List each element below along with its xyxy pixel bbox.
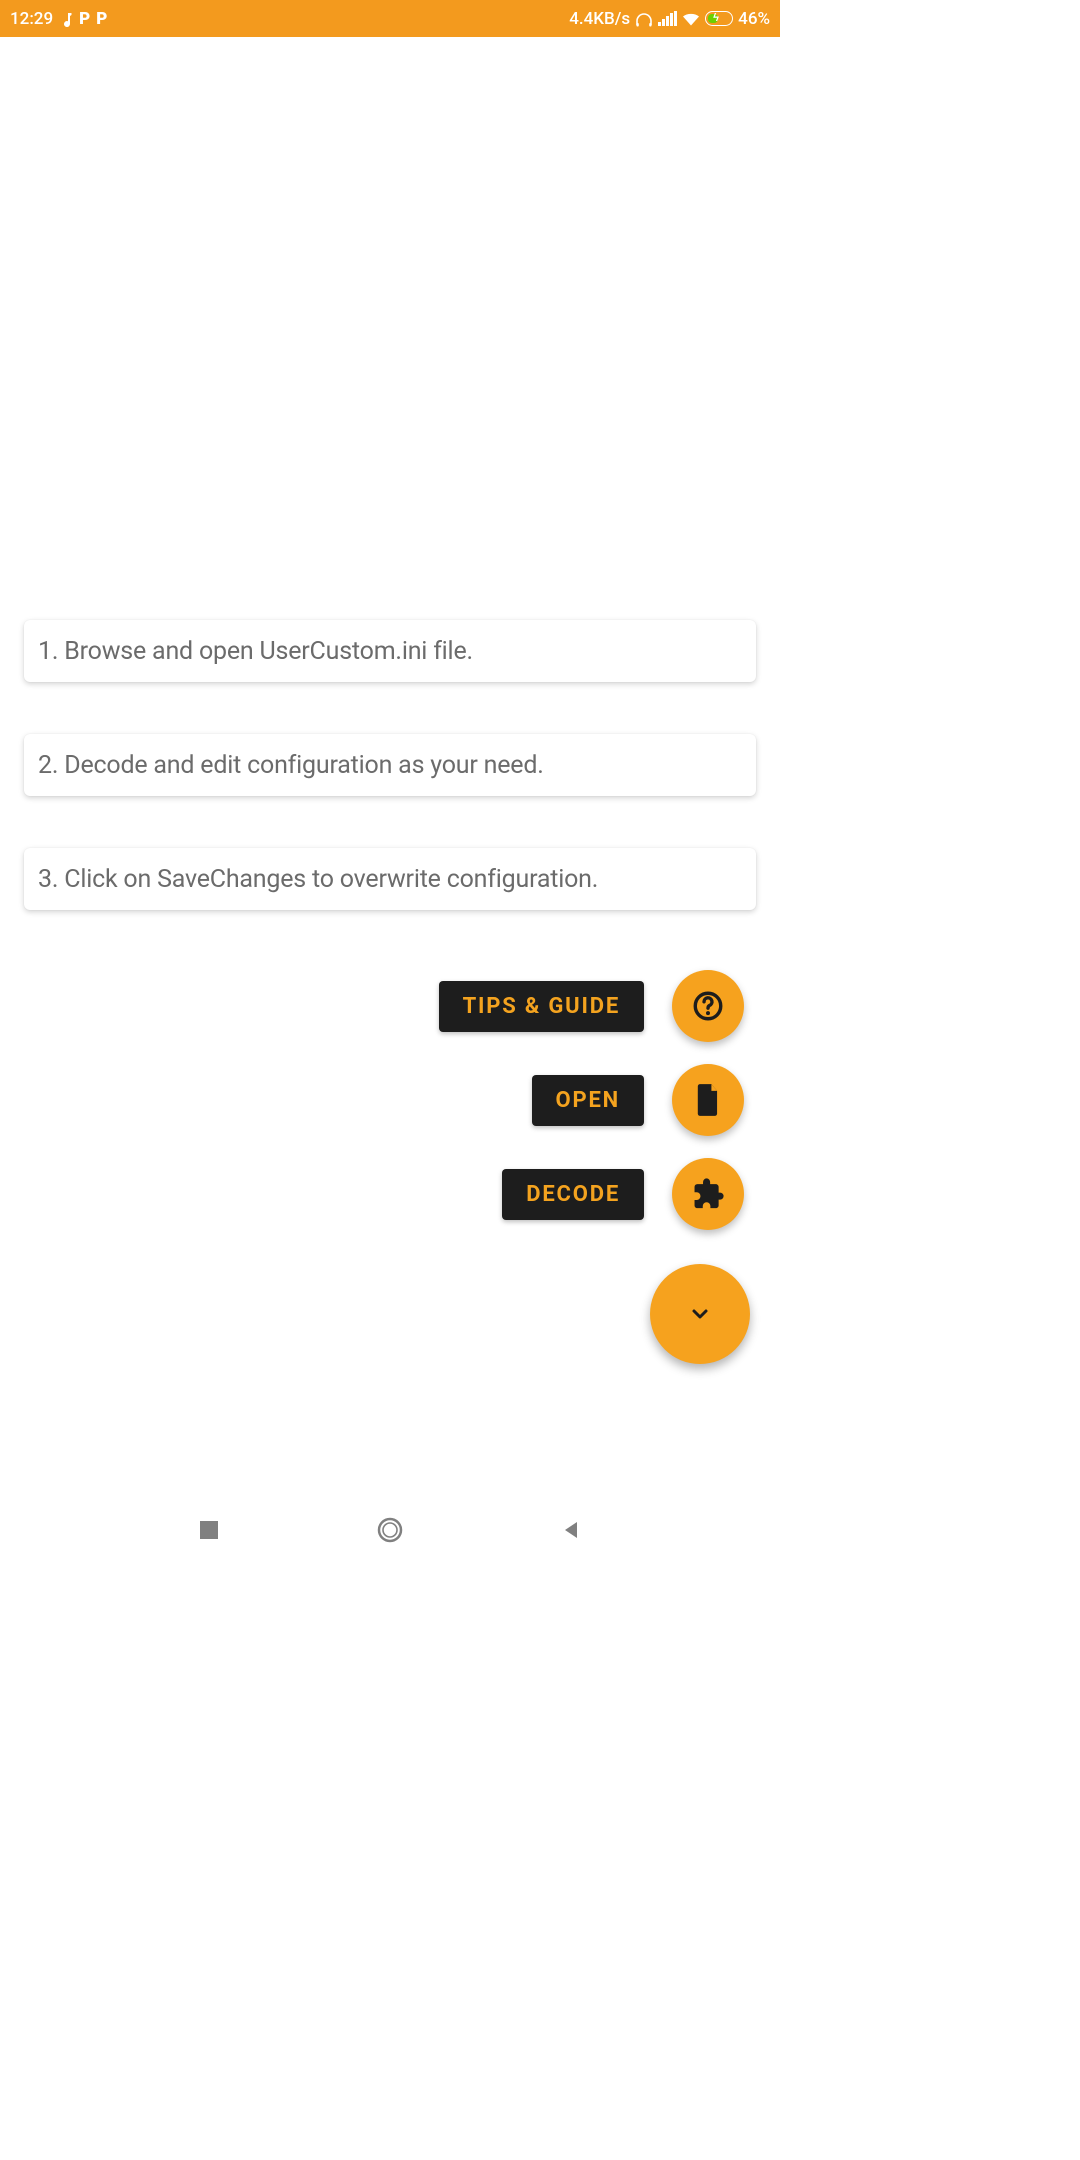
fab-main-toggle[interactable] bbox=[650, 1264, 750, 1364]
fab-row-tips: TIPS & GUIDE bbox=[439, 970, 744, 1042]
fab-row-open: OPEN bbox=[532, 1064, 744, 1136]
help-icon bbox=[691, 989, 725, 1023]
music-icon bbox=[59, 11, 73, 27]
decode-button[interactable]: DECODE bbox=[502, 1169, 644, 1220]
open-button[interactable]: OPEN bbox=[532, 1075, 644, 1126]
extension-icon bbox=[691, 1177, 725, 1211]
p-icon: P bbox=[96, 9, 107, 29]
instruction-item: 3. Click on SaveChanges to overwrite con… bbox=[24, 848, 756, 910]
nav-recents[interactable] bbox=[198, 1519, 220, 1541]
instruction-list: 1. Browse and open UserCustom.ini file. … bbox=[24, 620, 756, 962]
open-fab[interactable] bbox=[672, 1064, 744, 1136]
wifi-icon bbox=[682, 12, 700, 26]
tips-button[interactable]: TIPS & GUIDE bbox=[439, 981, 644, 1032]
p-icon: P bbox=[79, 9, 90, 29]
chevron-down-icon bbox=[688, 1302, 712, 1326]
status-left: 12:29 P P bbox=[10, 9, 107, 29]
status-time: 12:29 bbox=[10, 9, 53, 29]
fab-row-decode: DECODE bbox=[502, 1158, 744, 1230]
signal-icon bbox=[658, 12, 677, 26]
instruction-text: 1. Browse and open UserCustom.ini file. bbox=[38, 637, 473, 666]
decode-fab[interactable] bbox=[672, 1158, 744, 1230]
tips-fab[interactable] bbox=[672, 970, 744, 1042]
android-nav-bar bbox=[0, 1500, 780, 1560]
fab-menu: TIPS & GUIDE OPEN DECODE bbox=[439, 970, 744, 1364]
status-bar: 12:29 P P 4.4KB/s ϟ 46% bbox=[0, 0, 780, 37]
file-icon bbox=[694, 1083, 722, 1117]
net-speed: 4.4KB/s bbox=[569, 9, 630, 29]
nav-back[interactable] bbox=[560, 1519, 582, 1541]
instruction-text: 3. Click on SaveChanges to overwrite con… bbox=[38, 865, 598, 894]
instruction-text: 2. Decode and edit configuration as your… bbox=[38, 751, 544, 780]
nav-home[interactable] bbox=[376, 1516, 404, 1544]
instruction-item: 2. Decode and edit configuration as your… bbox=[24, 734, 756, 796]
battery-text: 46% bbox=[738, 9, 770, 29]
status-right: 4.4KB/s ϟ 46% bbox=[569, 9, 770, 29]
battery-icon: ϟ bbox=[705, 11, 733, 26]
headphones-icon bbox=[635, 11, 653, 27]
instruction-item: 1. Browse and open UserCustom.ini file. bbox=[24, 620, 756, 682]
